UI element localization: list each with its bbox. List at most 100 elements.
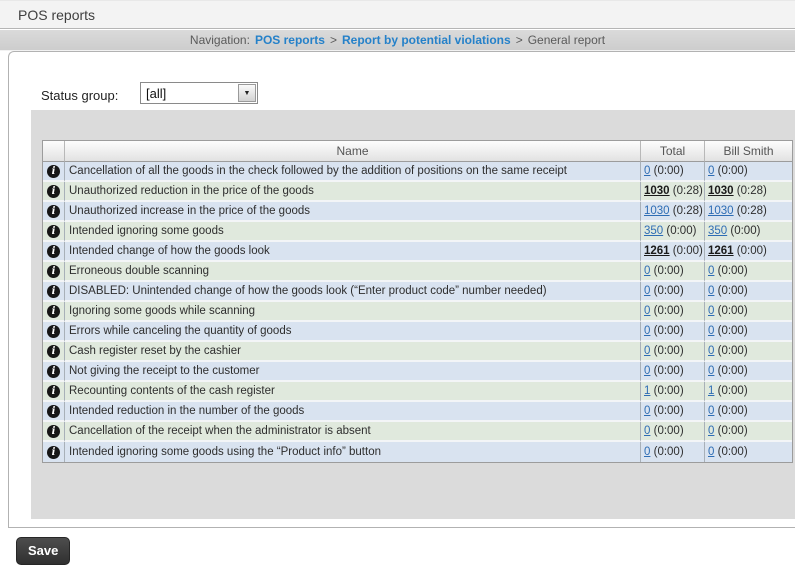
employee-count-link[interactable]: 0 [708, 425, 714, 437]
info-icon[interactable]: i [47, 325, 60, 338]
table-container: Name Total Bill Smith i Cancellation of … [31, 110, 795, 519]
breadcrumb-separator: > [516, 33, 523, 47]
employee-count-link[interactable]: 0 [708, 345, 714, 357]
info-icon[interactable]: i [47, 185, 60, 198]
dropdown-arrow-button[interactable]: ▼ [238, 84, 256, 102]
violation-name: Unauthorized reduction in the price of t… [65, 182, 641, 202]
employee-time: (0:00) [718, 285, 748, 297]
employee-count-link[interactable]: 1261 [708, 245, 734, 257]
total-time: (0:00) [654, 425, 684, 437]
total-time: (0:00) [654, 345, 684, 357]
employee-count-link[interactable]: 1030 [708, 185, 734, 197]
info-icon[interactable]: i [47, 165, 60, 178]
employee-count-link[interactable]: 0 [708, 305, 714, 317]
employee-time: (0:00) [718, 385, 748, 397]
total-time: (0:00) [654, 165, 684, 177]
total-count-link[interactable]: 1030 [644, 185, 670, 197]
total-count-link[interactable]: 0 [644, 345, 650, 357]
page-title: POS reports [18, 7, 95, 23]
employee-time: (0:00) [730, 225, 760, 237]
violations-table-body: i Cancellation of all the goods in the c… [43, 162, 792, 462]
employee-count-link[interactable]: 0 [708, 265, 714, 277]
info-icon[interactable]: i [47, 345, 60, 358]
total-count-link[interactable]: 0 [644, 165, 650, 177]
violation-name: Recounting contents of the cash register [65, 382, 641, 402]
total-count-link[interactable]: 0 [644, 425, 650, 437]
violation-name: Cancellation of all the goods in the che… [65, 162, 641, 182]
employee-count-link[interactable]: 1 [708, 385, 714, 397]
info-icon[interactable]: i [47, 365, 60, 378]
violation-name: Intended ignoring some goods [65, 222, 641, 242]
info-icon[interactable]: i [47, 205, 60, 218]
total-count-link[interactable]: 350 [644, 225, 663, 237]
employee-count-link[interactable]: 0 [708, 165, 714, 177]
employee-count-link[interactable]: 350 [708, 225, 727, 237]
info-icon[interactable]: i [47, 305, 60, 318]
employee-count-link[interactable]: 1030 [708, 205, 734, 217]
employee-count-link[interactable]: 0 [708, 325, 714, 337]
employee-time: (0:00) [718, 345, 748, 357]
table-row: i Not giving the receipt to the customer… [43, 362, 792, 382]
table-row: i Intended change of how the goods look … [43, 242, 792, 262]
info-icon[interactable]: i [47, 385, 60, 398]
violation-name: DISABLED: Unintended change of how the g… [65, 282, 641, 302]
total-count-link[interactable]: 0 [644, 305, 650, 317]
breadcrumb-current-page: General report [528, 33, 605, 47]
employee-count-link[interactable]: 0 [708, 365, 714, 377]
employee-time: (0:28) [737, 185, 767, 197]
employee-time: (0:00) [718, 305, 748, 317]
violation-name: Erroneous double scanning [65, 262, 641, 282]
violation-name: Cash register reset by the cashier [65, 342, 641, 362]
breadcrumb-prefix: Navigation: [190, 33, 250, 47]
total-count-link[interactable]: 1030 [644, 205, 670, 217]
total-time: (0:28) [673, 205, 703, 217]
breadcrumb-link-report-by-potential-violations[interactable]: Report by potential violations [342, 33, 511, 47]
breadcrumb-separator: > [330, 33, 337, 47]
info-icon[interactable]: i [47, 285, 60, 298]
info-icon[interactable]: i [47, 425, 60, 438]
violation-name: Cancellation of the receipt when the adm… [65, 422, 641, 442]
violation-name: Unauthorized increase in the price of th… [65, 202, 641, 222]
table-row: i Cancellation of the receipt when the a… [43, 422, 792, 442]
total-time: (0:00) [654, 405, 684, 417]
status-group-select[interactable]: [all] ▼ [140, 82, 258, 104]
total-count-link[interactable]: 0 [644, 446, 650, 458]
total-time: (0:00) [654, 325, 684, 337]
employee-count-link[interactable]: 0 [708, 405, 714, 417]
info-icon[interactable]: i [47, 405, 60, 418]
status-group-label: Status group: [41, 88, 118, 103]
employee-count-link[interactable]: 0 [708, 446, 714, 458]
breadcrumb-link-pos-reports[interactable]: POS reports [255, 33, 325, 47]
breadcrumb: Navigation: POS reports > Report by pote… [0, 30, 795, 51]
total-count-link[interactable]: 0 [644, 285, 650, 297]
table-row: i Intended ignoring some goods 350 (0:00… [43, 222, 792, 242]
total-time: (0:00) [666, 225, 696, 237]
table-row: i Unauthorized reduction in the price of… [43, 182, 792, 202]
total-count-link[interactable]: 0 [644, 265, 650, 277]
table-row: i Intended ignoring some goods using the… [43, 442, 792, 462]
table-row: i Unauthorized increase in the price of … [43, 202, 792, 222]
table-row: i Cash register reset by the cashier 0 (… [43, 342, 792, 362]
violation-name: Ignoring some goods while scanning [65, 302, 641, 322]
total-count-link[interactable]: 1261 [644, 245, 670, 257]
save-button[interactable]: Save [16, 537, 70, 565]
employee-time: (0:00) [718, 325, 748, 337]
info-icon[interactable]: i [47, 225, 60, 238]
table-row: i Recounting contents of the cash regist… [43, 382, 792, 402]
total-count-link[interactable]: 0 [644, 365, 650, 377]
employee-time: (0:00) [718, 165, 748, 177]
total-count-link[interactable]: 0 [644, 325, 650, 337]
info-icon[interactable]: i [47, 265, 60, 278]
employee-time: (0:28) [737, 205, 767, 217]
column-header-name: Name [65, 141, 641, 162]
total-count-link[interactable]: 0 [644, 405, 650, 417]
employee-count-link[interactable]: 0 [708, 285, 714, 297]
total-count-link[interactable]: 1 [644, 385, 650, 397]
table-row: i Ignoring some goods while scanning 0 (… [43, 302, 792, 322]
info-icon[interactable]: i [47, 245, 60, 258]
total-time: (0:00) [654, 385, 684, 397]
table-row: i Cancellation of all the goods in the c… [43, 162, 792, 182]
info-icon[interactable]: i [47, 446, 60, 459]
table-row: i DISABLED: Unintended change of how the… [43, 282, 792, 302]
employee-time: (0:00) [718, 425, 748, 437]
